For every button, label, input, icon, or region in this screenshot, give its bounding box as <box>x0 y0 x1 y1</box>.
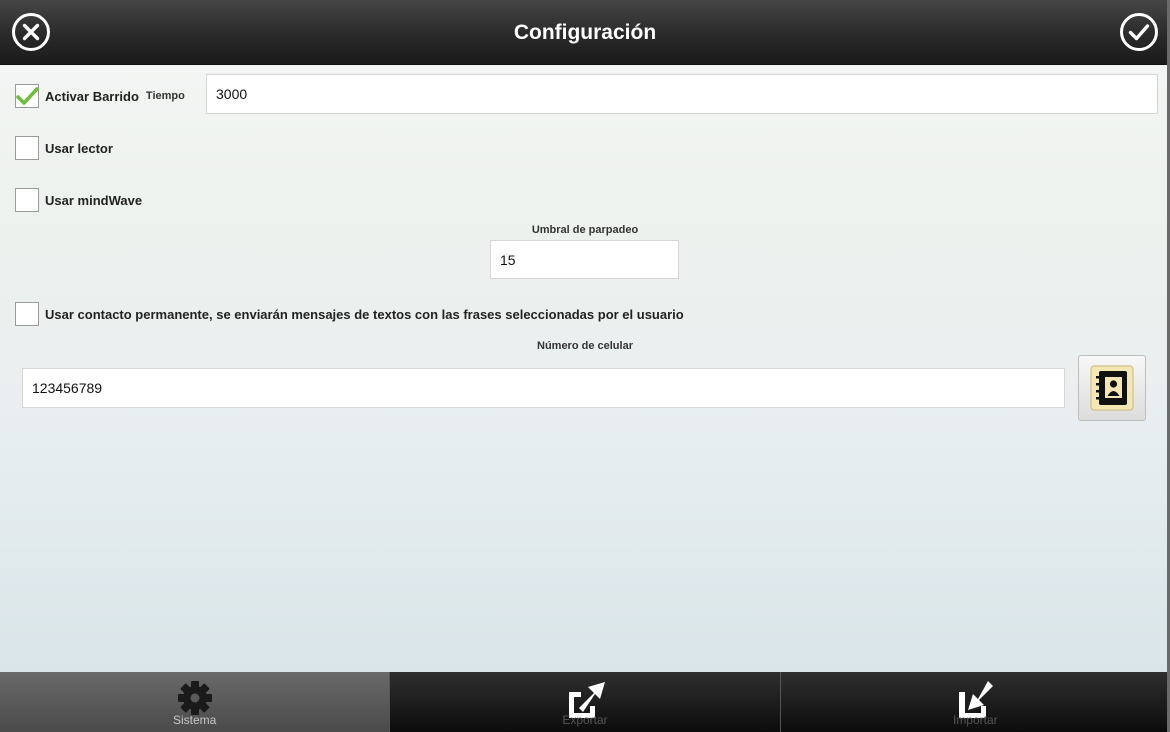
time-value: 3000 <box>216 86 248 102</box>
scan-label: Activar Barrido <box>45 88 139 104</box>
scan-checkbox[interactable] <box>15 84 39 108</box>
contact-row: Usar contacto permanente, se enviarán me… <box>15 302 684 326</box>
threshold-label: Umbral de parpadeo <box>531 224 639 236</box>
phone-label: Número de celular <box>537 340 633 352</box>
threshold-value: 15 <box>500 251 516 268</box>
contact-label: Usar contacto permanente, se enviarán me… <box>45 306 684 322</box>
mindwave-label: Usar mindWave <box>45 192 143 208</box>
top-bar: Configuración <box>0 0 1170 65</box>
time-input[interactable]: 3000 <box>206 74 1158 114</box>
gear-icon <box>177 681 212 715</box>
phone-value: 123456789 <box>32 380 103 396</box>
contacts-button[interactable] <box>1078 355 1146 421</box>
mindwave-row: Usar mindWave <box>15 188 142 212</box>
confirm-button[interactable] <box>1119 12 1159 52</box>
phone-input[interactable]: 123456789 <box>22 368 1065 408</box>
time-label: Tiempo <box>145 90 185 102</box>
contact-checkbox[interactable] <box>15 302 39 326</box>
reader-label: Usar lector <box>45 140 113 156</box>
tab-exportar[interactable]: Exportar <box>389 672 780 732</box>
threshold-input[interactable]: 15 <box>490 240 679 279</box>
scan-row: Activar Barrido Tiempo <box>15 84 185 108</box>
page-title: Configuración <box>513 21 657 44</box>
checkmark-icon <box>16 87 39 105</box>
tab-importar[interactable]: Importar <box>779 672 1170 732</box>
tab-sistema[interactable]: Sistema <box>0 672 390 732</box>
bottom-tab-bar: Sistema Exportar Importar <box>0 672 1170 732</box>
tab-importar-label: Importar <box>952 713 998 727</box>
mindwave-checkbox[interactable] <box>15 188 39 212</box>
reader-checkbox[interactable] <box>15 136 39 160</box>
tab-sistema-label: Sistema <box>172 713 217 727</box>
tab-exportar-label: Exportar <box>562 713 608 727</box>
address-book-icon <box>1090 365 1134 411</box>
reader-row: Usar lector <box>15 136 113 160</box>
check-circle-icon <box>1120 13 1158 51</box>
